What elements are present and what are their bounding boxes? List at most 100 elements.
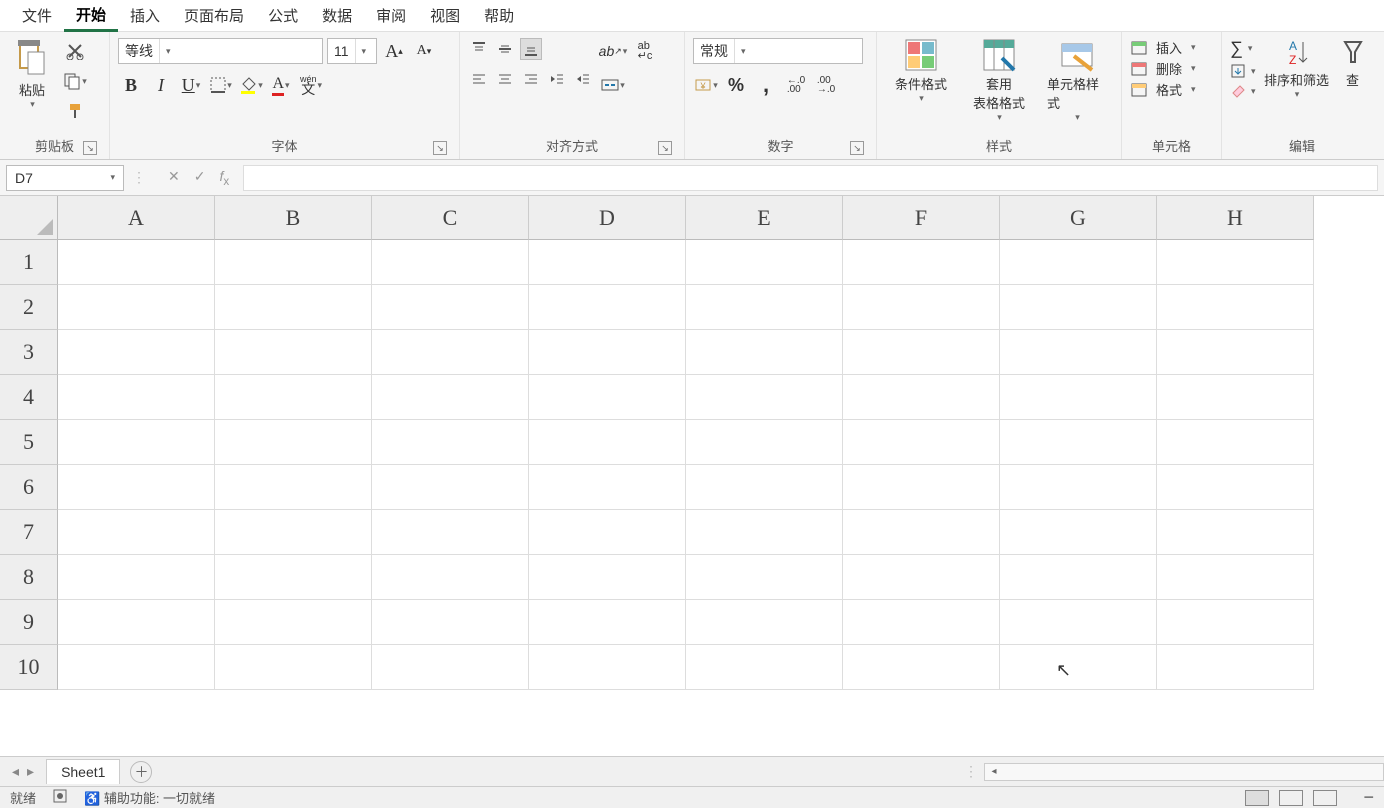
col-header[interactable]: E [686,196,843,240]
menu-view[interactable]: 视图 [418,1,472,30]
decrease-decimal-button[interactable]: .00→.0 [813,72,839,98]
select-all-corner[interactable] [0,196,58,240]
insert-cells-button[interactable]: 插入▾ [1130,38,1213,57]
zoom-out-button[interactable]: − [1363,787,1374,808]
col-header[interactable]: A [58,196,215,240]
fx-button[interactable]: fx [219,168,229,188]
formula-input[interactable] [243,165,1378,191]
row-header[interactable]: 3 [0,330,58,375]
fill-color-button[interactable]: ▾ [238,72,264,98]
menu-insert[interactable]: 插入 [118,1,172,30]
borders-button[interactable]: ▾ [208,72,234,98]
menu-home[interactable]: 开始 [64,0,118,32]
col-header[interactable]: H [1157,196,1314,240]
view-page-layout-button[interactable] [1279,790,1303,806]
menu-bar: 文件 开始 插入 页面布局 公式 数据 审阅 视图 帮助 [0,0,1384,32]
menu-data[interactable]: 数据 [310,1,364,30]
macro-record-icon[interactable] [52,788,68,807]
cancel-formula-button[interactable]: ✕ [168,168,180,188]
sheet-tab[interactable]: Sheet1 [46,759,120,784]
row-header[interactable]: 10 [0,645,58,690]
align-middle-button[interactable] [494,38,516,60]
cells-area[interactable] [58,240,1384,690]
table-format-button[interactable]: 套用 表格格式▾ [969,38,1029,123]
dialog-launcher-icon[interactable]: ↘ [850,141,864,155]
wrap-text-button[interactable]: ab↵c [632,38,658,64]
row-header[interactable]: 6 [0,465,58,510]
group-label-cells: 单元格 [1130,132,1213,159]
menu-formulas[interactable]: 公式 [256,1,310,30]
percent-button[interactable]: % [723,72,749,98]
dialog-launcher-icon[interactable]: ↘ [83,141,97,155]
comma-button[interactable]: , [753,72,779,98]
number-format-combo[interactable]: 常规▾ [693,38,863,64]
autosum-button[interactable]: ∑▾ [1230,38,1256,59]
copy-button[interactable]: ▾ [62,68,88,94]
menu-review[interactable]: 审阅 [364,1,418,30]
dialog-launcher-icon[interactable]: ↘ [658,141,672,155]
horizontal-scrollbar[interactable]: ◂ [984,763,1384,781]
delete-cells-button[interactable]: 删除▾ [1130,59,1213,78]
view-normal-button[interactable] [1245,790,1269,806]
paste-button[interactable]: 粘贴 ▾ [8,38,56,110]
funnel-icon [1341,38,1365,68]
font-color-button[interactable]: A▾ [268,72,294,98]
col-header[interactable]: F [843,196,1000,240]
row-header[interactable]: 2 [0,285,58,330]
align-right-button[interactable] [520,68,542,90]
decrease-indent-button[interactable] [546,68,568,90]
cut-button[interactable] [62,38,88,64]
name-box[interactable]: D7 ▾ [6,165,124,191]
format-cells-button[interactable]: 格式▾ [1130,80,1213,99]
prev-sheet-button[interactable]: ◂ [12,763,19,780]
increase-indent-button[interactable] [572,68,594,90]
col-header[interactable]: D [529,196,686,240]
phonetic-button[interactable]: wén文▾ [298,72,324,98]
add-sheet-button[interactable]: ＋ [130,761,152,783]
menu-help[interactable]: 帮助 [472,1,526,30]
row-header[interactable]: 8 [0,555,58,600]
row-header[interactable]: 1 [0,240,58,285]
italic-button[interactable]: I [148,72,174,98]
align-top-button[interactable] [468,38,490,60]
next-sheet-button[interactable]: ▸ [27,763,34,780]
brush-icon [66,102,84,120]
increase-font-button[interactable]: A▴ [381,38,407,64]
align-center-button[interactable] [494,68,516,90]
align-bottom-button[interactable] [520,38,542,60]
conditional-format-button[interactable]: 条件格式▾ [891,38,951,104]
clear-button[interactable]: ▾ [1230,83,1256,99]
accept-formula-button[interactable]: ✓ [194,168,206,188]
cut-icon [66,42,84,60]
row-header[interactable]: 7 [0,510,58,555]
sort-filter-button[interactable]: AZ 排序和筛选▾ [1262,38,1332,100]
merge-button[interactable]: ▾ [600,72,626,98]
col-header[interactable]: B [215,196,372,240]
accessibility-status[interactable]: ♿ 辅助功能: 一切就绪 [84,788,215,807]
accounting-button[interactable]: ¥▾ [693,72,719,98]
svg-text:A: A [1289,39,1297,53]
underline-button[interactable]: U▾ [178,72,204,98]
formula-bar: D7 ▾ ⋮ ✕ ✓ fx [0,160,1384,196]
cell-styles-button[interactable]: 单元格样式▾ [1047,38,1107,123]
dialog-launcher-icon[interactable]: ↘ [433,141,447,155]
row-header[interactable]: 4 [0,375,58,420]
increase-decimal-button[interactable]: ←.0.00 [783,72,809,98]
menu-file[interactable]: 文件 [10,1,64,30]
row-header[interactable]: 9 [0,600,58,645]
chevron-down-icon[interactable]: ▾ [110,172,115,183]
menu-page-layout[interactable]: 页面布局 [172,1,256,30]
fill-button[interactable]: ▾ [1230,63,1256,79]
col-header[interactable]: G [1000,196,1157,240]
font-size-combo[interactable]: 11▾ [327,38,377,64]
orientation-button[interactable]: ab↗▾ [600,38,626,64]
bold-button[interactable]: B [118,72,144,98]
font-name-combo[interactable]: 等线▾ [118,38,323,64]
align-left-button[interactable] [468,68,490,90]
row-header[interactable]: 5 [0,420,58,465]
decrease-font-button[interactable]: A▾ [411,38,437,64]
view-page-break-button[interactable] [1313,790,1337,806]
format-painter-button[interactable] [62,98,88,124]
find-button[interactable]: 查 [1338,38,1368,89]
col-header[interactable]: C [372,196,529,240]
